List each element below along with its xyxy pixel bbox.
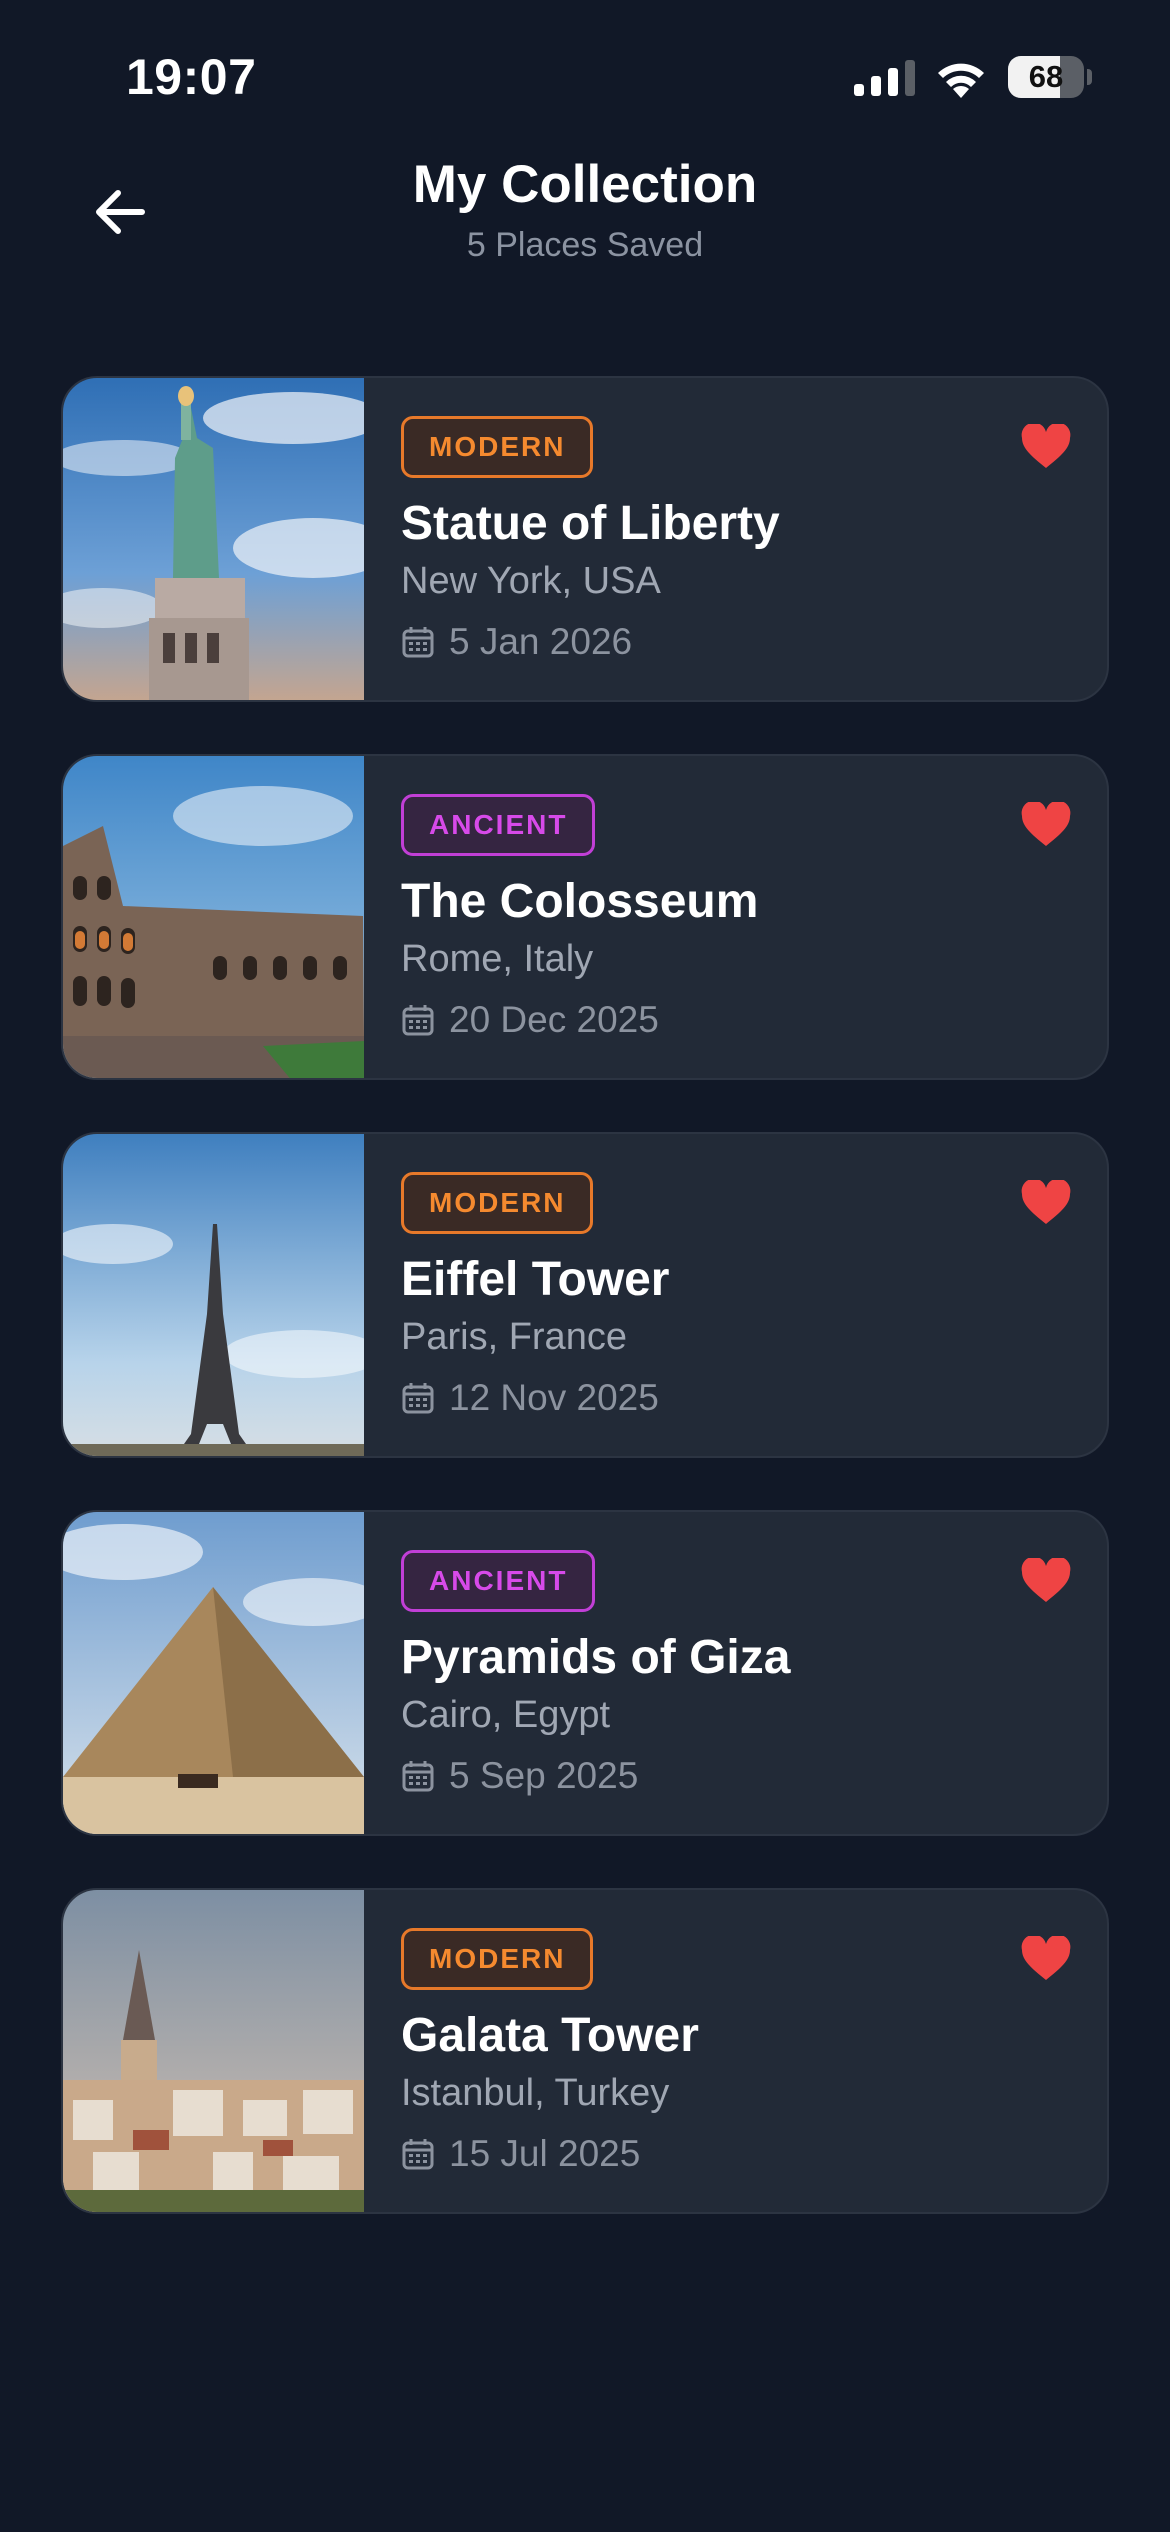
place-name: Statue of Liberty xyxy=(401,497,780,550)
place-card[interactable]: ANCIENT The Colosseum Rome, Italy 20 Dec… xyxy=(61,754,1109,1080)
place-location: New York, USA xyxy=(401,560,661,602)
place-name: Pyramids of Giza xyxy=(401,1631,791,1684)
battery-indicator: 68 xyxy=(1008,56,1092,98)
place-location: Paris, France xyxy=(401,1316,627,1358)
place-location: Rome, Italy xyxy=(401,938,594,980)
heart-icon[interactable] xyxy=(1021,802,1071,848)
place-card[interactable]: MODERN Statue of Liberty New York, USA 5… xyxy=(61,376,1109,702)
calendar-icon xyxy=(402,1383,434,1414)
category-badge: MODERN xyxy=(401,1172,594,1234)
place-image-eiffel-tower xyxy=(63,1134,364,1456)
heart-icon[interactable] xyxy=(1021,1558,1071,1604)
status-bar: 19:07 68 xyxy=(0,0,1170,150)
calendar-icon xyxy=(402,627,434,658)
page-subtitle: 5 Places Saved xyxy=(466,226,704,264)
place-date: 12 Nov 2025 xyxy=(449,1377,659,1418)
place-image-colosseum xyxy=(63,756,364,1078)
place-date: 5 Sep 2025 xyxy=(449,1755,639,1796)
place-date-row: 20 Dec 2025 xyxy=(401,998,659,1042)
page-title: My Collection xyxy=(412,155,758,214)
place-name: Galata Tower xyxy=(401,2009,699,2062)
place-date: 20 Dec 2025 xyxy=(449,999,659,1040)
place-date-row: 15 Jul 2025 xyxy=(401,2132,640,2176)
place-card[interactable]: ANCIENT Pyramids of Giza Cairo, Egypt 5 … xyxy=(61,1510,1109,1836)
battery-percentage: 68 xyxy=(1028,59,1064,94)
place-location: Cairo, Egypt xyxy=(401,1694,611,1736)
heart-icon[interactable] xyxy=(1021,1180,1071,1226)
category-badge: ANCIENT xyxy=(401,794,596,856)
place-image-pyramids-of-giza xyxy=(63,1512,364,1834)
wifi-icon xyxy=(938,63,984,98)
heart-icon[interactable] xyxy=(1021,424,1071,470)
place-card[interactable]: MODERN Galata Tower Istanbul, Turkey 15 … xyxy=(61,1888,1109,2214)
status-time: 19:07 xyxy=(126,49,257,105)
calendar-icon xyxy=(402,2139,434,2170)
calendar-icon xyxy=(402,1761,434,1792)
category-badge: MODERN xyxy=(401,1928,594,1990)
category-badge: MODERN xyxy=(401,416,594,478)
place-image-galata-tower xyxy=(63,1890,364,2212)
place-name: Eiffel Tower xyxy=(401,1253,670,1306)
place-date: 5 Jan 2026 xyxy=(449,621,633,662)
heart-icon[interactable] xyxy=(1021,1936,1071,1982)
category-badge: ANCIENT xyxy=(401,1550,596,1612)
place-date-row: 5 Jan 2026 xyxy=(401,620,632,664)
place-location: Istanbul, Turkey xyxy=(401,2072,670,2114)
header: My Collection 5 Places Saved xyxy=(0,150,1170,280)
place-image-statue-of-liberty xyxy=(63,378,364,700)
cellular-signal-icon xyxy=(854,60,915,96)
place-date-row: 12 Nov 2025 xyxy=(401,1376,659,1420)
calendar-icon xyxy=(402,1005,434,1036)
place-card[interactable]: MODERN Eiffel Tower Paris, France 12 Nov… xyxy=(61,1132,1109,1458)
place-date-row: 5 Sep 2025 xyxy=(401,1754,638,1798)
place-date: 15 Jul 2025 xyxy=(449,2133,641,2174)
place-name: The Colosseum xyxy=(401,875,759,928)
